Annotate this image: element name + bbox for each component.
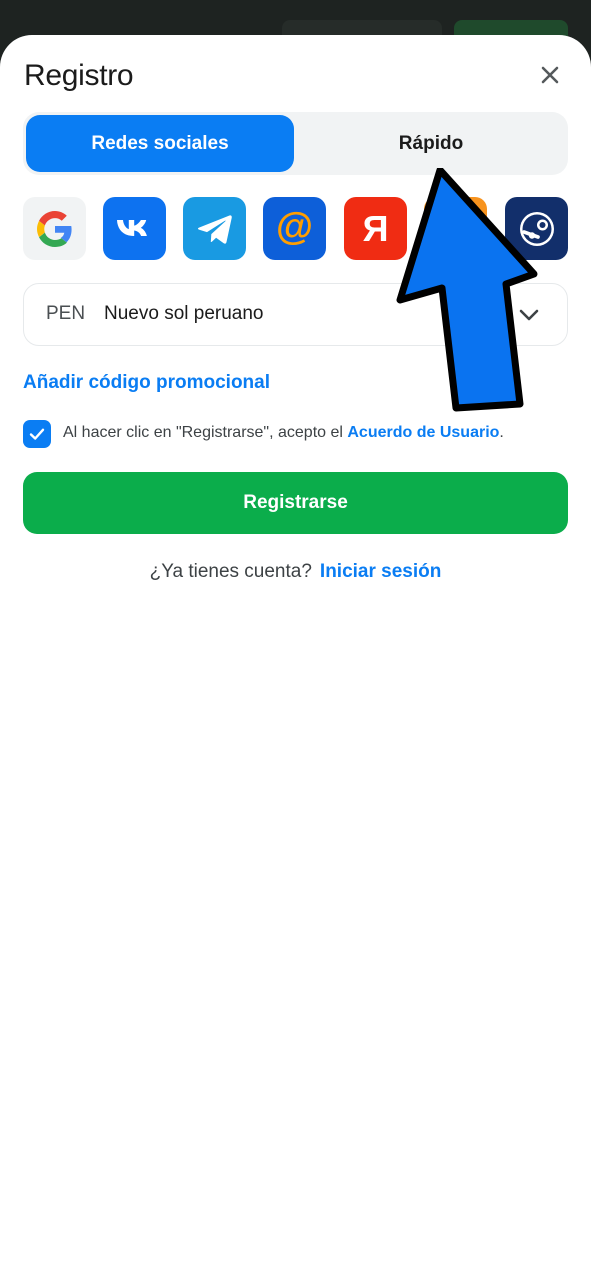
login-prompt: ¿Ya tienes cuenta? Iniciar sesión [0, 561, 591, 583]
google-icon [36, 210, 72, 247]
agreement-label: Al hacer clic en "Registrarse", acepto e… [63, 424, 348, 441]
currency-name: Nuevo sol peruano [104, 303, 264, 324]
agreement-checkbox[interactable] [23, 420, 51, 448]
tab-quick[interactable]: Rápido [297, 115, 565, 172]
vk-icon [116, 219, 147, 236]
registration-tabs: Redes sociales Rápido [23, 112, 568, 175]
currency-code: PEN [46, 303, 86, 324]
agreement-text: Al hacer clic en "Registrarse", acepto e… [63, 424, 504, 442]
yandex-icon: Я [362, 207, 389, 249]
pointer-arrow-annotation [396, 168, 538, 412]
tab-social[interactable]: Redes sociales [26, 115, 294, 172]
login-prompt-text: ¿Ya tienes cuenta? [149, 561, 312, 582]
add-promo-code-link[interactable]: Añadir código promocional [23, 372, 270, 394]
checkmark-icon [29, 428, 45, 440]
vk-login-button[interactable] [103, 197, 166, 260]
telegram-icon [197, 214, 232, 244]
mail-login-button[interactable]: @ [263, 197, 326, 260]
close-icon [541, 66, 559, 84]
login-link[interactable]: Iniciar sesión [320, 561, 441, 582]
agreement-suffix: . [499, 424, 504, 441]
page-title: Registro [24, 59, 134, 92]
mail-at-icon: @ [275, 205, 314, 248]
close-button[interactable] [534, 59, 566, 91]
google-login-button[interactable] [23, 197, 86, 260]
telegram-login-button[interactable] [183, 197, 246, 260]
user-agreement-link[interactable]: Acuerdo de Usuario [347, 424, 499, 441]
register-button[interactable]: Registrarse [23, 472, 568, 534]
